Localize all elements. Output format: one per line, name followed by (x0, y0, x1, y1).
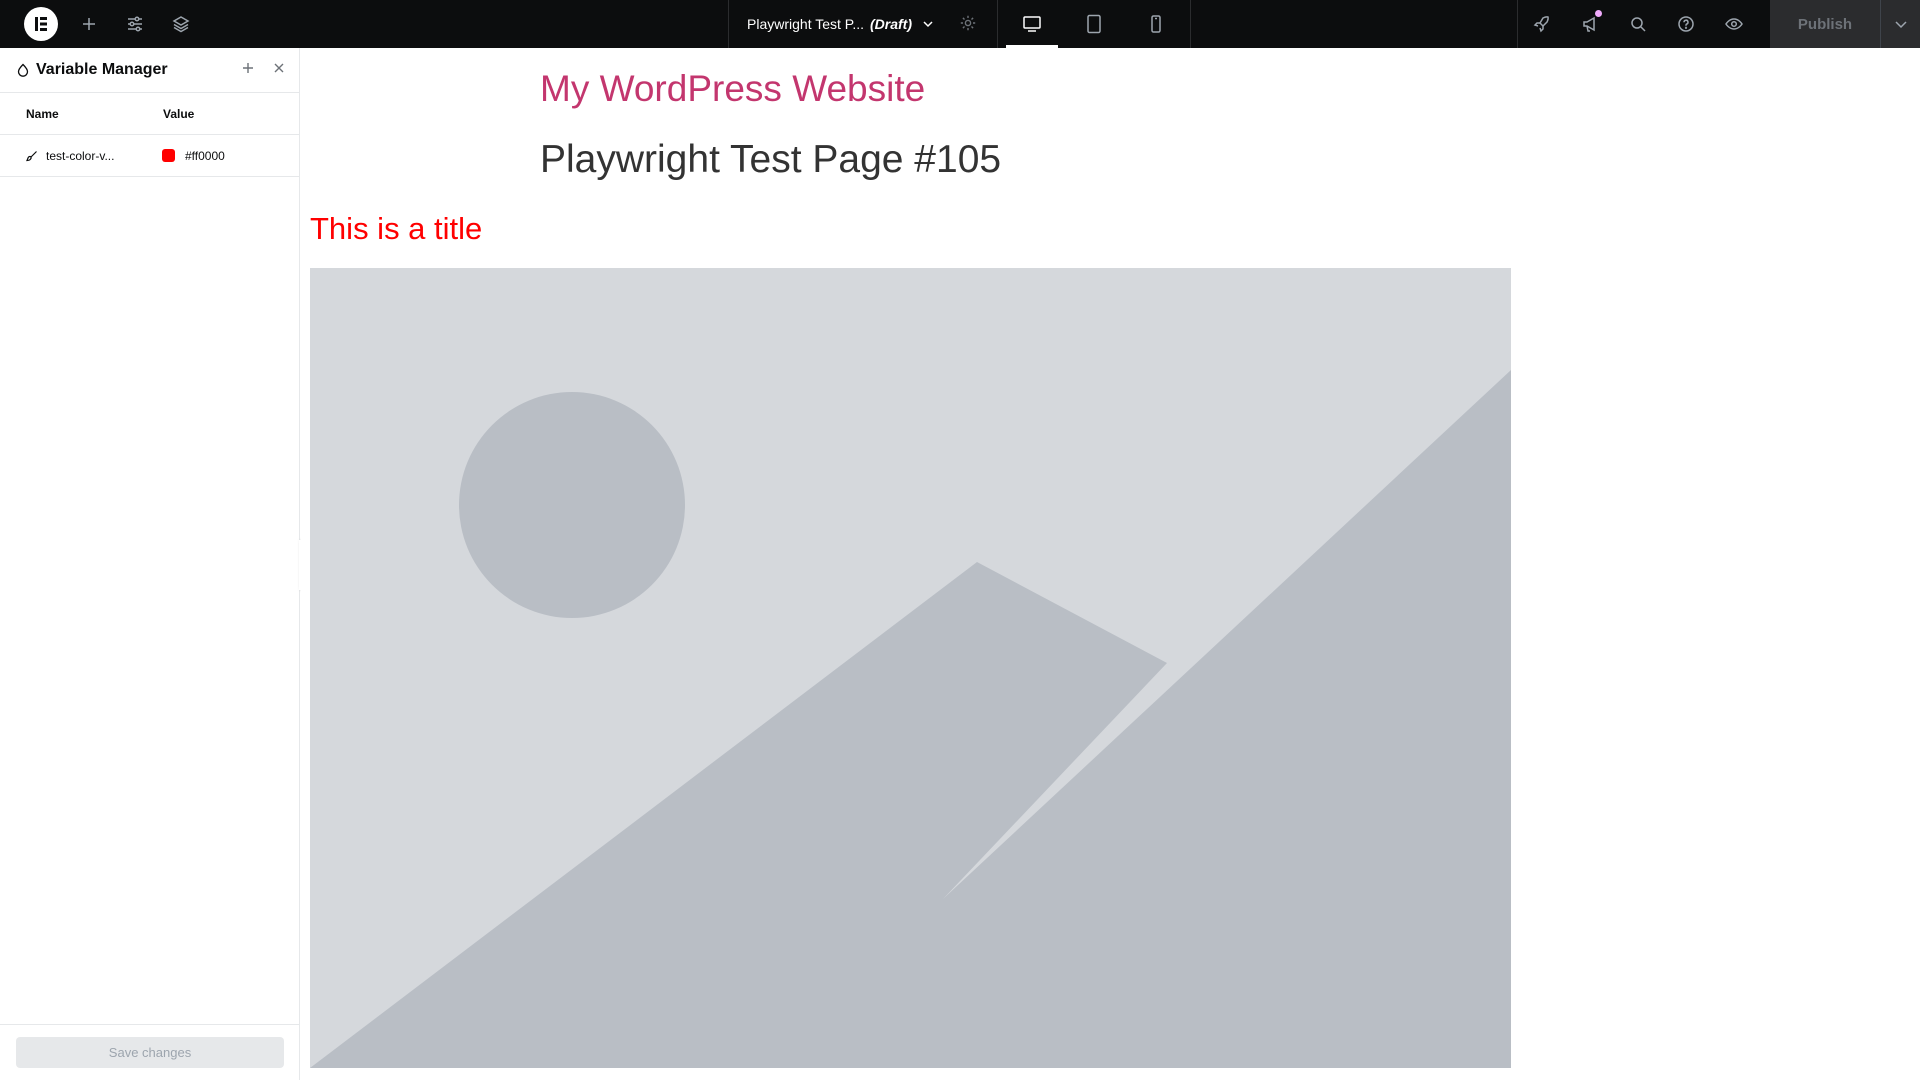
device-mobile-button[interactable] (1128, 0, 1184, 48)
image-placeholder[interactable] (310, 268, 1511, 1068)
preview-button[interactable] (1710, 0, 1758, 48)
notification-dot (1595, 10, 1602, 17)
plus-icon (243, 63, 253, 73)
image-placeholder-icon (310, 268, 1511, 1068)
eye-icon (1725, 18, 1743, 30)
device-switcher (998, 0, 1191, 48)
site-settings-button[interactable] (112, 0, 158, 48)
desktop-icon (1023, 16, 1041, 32)
column-header-value: Value (163, 106, 195, 121)
sliders-icon (128, 16, 142, 32)
table-header: Name Value (0, 93, 300, 135)
brush-icon (26, 150, 37, 161)
page-settings-button[interactable] (959, 14, 977, 35)
close-panel-button[interactable] (271, 60, 287, 81)
finder-button[interactable] (1614, 0, 1662, 48)
search-icon (1631, 17, 1646, 32)
top-bar-right (1517, 0, 1758, 48)
help-icon (1678, 16, 1694, 32)
color-swatch[interactable] (162, 149, 175, 162)
publish-options-button[interactable] (1880, 0, 1920, 48)
megaphone-icon (1583, 16, 1595, 32)
whats-new-button[interactable] (1566, 0, 1614, 48)
document-status: (Draft) (869, 16, 912, 32)
publish-button[interactable]: Publish (1770, 0, 1880, 48)
variable-value: #ff0000 (185, 148, 225, 163)
top-bar-left (0, 0, 728, 48)
layers-icon (172, 16, 190, 33)
panel-header: Variable Manager (0, 48, 299, 93)
device-tablet-button[interactable] (1066, 0, 1122, 48)
help-button[interactable] (1662, 0, 1710, 48)
variable-name-cell[interactable]: test-color-v... (0, 149, 162, 163)
panel-footer: Save changes (0, 1024, 300, 1080)
document-title-menu[interactable]: Playwright Test P... (Draft) (728, 0, 998, 48)
document-name: Playwright Test P... (747, 16, 864, 32)
table-row[interactable]: test-color-v... #ff0000 (0, 135, 300, 177)
launchpad-button[interactable] (1518, 0, 1566, 48)
add-variable-button[interactable] (240, 60, 256, 81)
chevron-down-icon (923, 21, 933, 28)
gear-icon (960, 15, 976, 31)
chevron-down-icon (1894, 21, 1907, 29)
top-bar: Playwright Test P... (Draft) Publish (0, 0, 1920, 48)
color-variables-icon (17, 63, 29, 77)
device-desktop-button[interactable] (1004, 0, 1060, 48)
column-header-name: Name (26, 106, 59, 121)
save-changes-button[interactable]: Save changes (16, 1037, 284, 1068)
elementor-logo-button[interactable] (24, 7, 58, 41)
elementor-logo-icon (35, 17, 47, 31)
page-title[interactable]: Playwright Test Page #105 (540, 138, 1001, 182)
plus-icon (83, 18, 95, 30)
heading-widget[interactable]: This is a title (310, 211, 482, 247)
panel-title: Variable Manager (36, 61, 168, 78)
variable-manager-panel: Variable Manager Name Value test-color-v… (0, 48, 300, 1080)
variables-table: Name Value test-color-v... #ff0000 (0, 93, 300, 177)
structure-button[interactable] (158, 0, 204, 48)
variable-name: test-color-v... (46, 148, 115, 163)
mobile-icon (1151, 15, 1161, 33)
tablet-icon (1087, 14, 1101, 34)
close-icon (274, 63, 284, 73)
editor-canvas: My WordPress Website Playwright Test Pag… (301, 48, 1920, 1080)
add-element-button[interactable] (66, 0, 112, 48)
site-title[interactable]: My WordPress Website (540, 68, 925, 110)
rocket-icon (1533, 16, 1549, 33)
variable-value-cell[interactable]: #ff0000 (162, 149, 225, 163)
